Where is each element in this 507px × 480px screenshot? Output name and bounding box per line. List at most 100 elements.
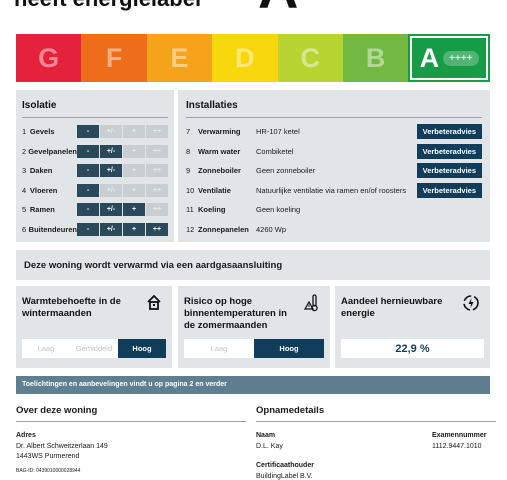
row-number: 12	[186, 224, 195, 234]
row-number: 1	[22, 127, 27, 137]
rating-scale: - +/- + ++	[77, 203, 168, 217]
rating-scale: - +/- + ++	[77, 164, 168, 178]
heating-panel: Deze woning wordt verwarmd via een aardg…	[16, 250, 490, 280]
page-title: heeft energielabel	[14, 0, 201, 12]
risico-panel: Risico op hoge binnentemperaturen in de …	[178, 286, 330, 368]
row-number: 8	[186, 146, 191, 156]
hernieuwbaar-value: 22,9 %	[341, 339, 484, 358]
energy-class-suffix: ++++	[443, 50, 479, 66]
rating-cell: +/-	[100, 183, 122, 197]
row-label: Ventilatie	[198, 185, 231, 195]
rating-cell: +/-	[100, 164, 122, 178]
energy-class-d: D	[212, 34, 278, 82]
about-heading: Over deze woning	[16, 405, 98, 416]
row-value: 4260 Wp	[256, 224, 287, 234]
row-number: 5	[22, 205, 27, 215]
rating-cell: +	[123, 164, 145, 178]
isolatie-row: 2 Gevelpanelen - +/- + ++	[22, 142, 168, 162]
rating-cell: +	[123, 222, 145, 236]
energy-class-letter: F	[105, 42, 123, 73]
rating-cell: -	[77, 164, 99, 178]
opname-heading: Opnamedetails	[256, 405, 325, 416]
energy-class-letter: E	[170, 42, 189, 73]
cert-label: Certificaathouder	[256, 462, 314, 469]
rating-cell: -	[77, 144, 99, 158]
risico-title: Risico op hoge binnentemperaturen in de …	[184, 296, 287, 331]
rating-cell: ++	[146, 183, 168, 197]
label-letter-large: A	[258, 0, 298, 21]
installatie-row: 7 Verwarming HR-107 ketel Verbeteradvies	[186, 122, 482, 142]
installatie-row: 9 Zonneboiler Geen zonneboiler Verbeteradvi…	[186, 161, 482, 181]
warmtebehoefte-option: Hoog	[118, 339, 166, 358]
rating-cell: ++	[146, 203, 168, 217]
rating-cell: -	[77, 222, 99, 236]
row-number: 3	[22, 166, 27, 176]
row-label: Zonnepanelen	[198, 224, 249, 234]
exam-label: Examennummer	[432, 432, 487, 439]
verbeteradvies-button[interactable]: Verbeteradvies	[416, 182, 482, 198]
hernieuwbaar-panel: Aandeel hernieuwbare energie 22,9 %	[335, 286, 490, 368]
risico-option: Laag	[210, 344, 228, 353]
energy-class-f: F	[81, 34, 147, 82]
rating-cell: -	[77, 125, 99, 139]
energy-class-letter: G	[38, 42, 60, 73]
verbeteradvies-button[interactable]: Verbeteradvies	[416, 124, 482, 140]
adres-line1: Dr. Albert Schweitzerlaan 149	[16, 443, 108, 450]
energy-class-letter: D	[235, 42, 255, 73]
cert-value: BuildingLabel B.V.	[256, 473, 313, 480]
row-label: Gevelpanelen	[28, 146, 77, 156]
energy-class-letter: A	[419, 42, 440, 73]
divider	[16, 421, 246, 422]
row-label: Buitendeuren	[28, 224, 77, 234]
divider	[186, 117, 482, 118]
isolatie-row: 4 Vloeren - +/- + ++	[22, 181, 168, 201]
isolatie-row: 5 Ramen - +/- + ++	[22, 200, 168, 220]
rating-scale: - +/- + ++	[77, 144, 168, 158]
risico-option: Hoog	[254, 339, 324, 358]
naam-label: Naam	[256, 432, 276, 439]
installatie-row: 10 Ventilatie Natuurlijke ventilatie via r…	[186, 181, 482, 201]
row-number: 7	[186, 127, 191, 137]
energy-class-letter: B	[365, 42, 386, 73]
row-label: Gevels	[29, 127, 55, 137]
energy-label-band: G F E D C B A ++++	[16, 34, 490, 82]
verbeteradvies-button[interactable]: Verbeteradvies	[416, 163, 482, 179]
rating-cell: ++	[146, 144, 168, 158]
isolatie-row: 3 Daken - +/- + ++	[22, 161, 168, 181]
row-value: HR-107 ketel	[256, 127, 300, 137]
row-number: 9	[186, 166, 191, 176]
rating-cell: +/-	[100, 222, 122, 236]
rating-cell: -	[77, 183, 99, 197]
renewable-energy-icon	[462, 294, 480, 317]
isolatie-row: 1 Gevels - +/- + ++	[22, 122, 168, 142]
row-value: Geen koeling	[256, 205, 301, 215]
installaties-rows: 7 Verwarming HR-107 ketel Verbeteradvies 8 Wa…	[186, 122, 482, 239]
energy-class-c: C	[277, 34, 343, 82]
warmtebehoefte-scale: Laag Gemiddeld Hoog	[22, 339, 166, 358]
adres-line2: 1443WS Purmerend	[16, 453, 80, 460]
row-value: Combiketel	[256, 146, 294, 156]
rating-cell: +	[123, 203, 145, 217]
rating-cell: -	[77, 203, 99, 217]
rating-cell: +/-	[100, 125, 122, 139]
exam-value: 1112.9447.1010	[432, 443, 482, 450]
installaties-title: Installaties	[186, 100, 238, 111]
energy-class-e: E	[146, 34, 213, 82]
thermometer-warning-icon	[303, 294, 320, 317]
row-value: Natuurlijke ventilatie via ramen en/of r…	[256, 185, 407, 195]
divider	[256, 421, 496, 422]
verbeteradvies-button[interactable]: Verbeteradvies	[416, 143, 482, 159]
rating-cell: +	[123, 144, 145, 158]
installatie-row: 12 Zonnepanelen 4260 Wp	[186, 220, 482, 240]
row-label: Daken	[29, 166, 53, 176]
warmtebehoefte-option: Gemiddeld	[75, 344, 113, 353]
isolatie-rows: 1 Gevels - +/- + ++ 2 Gevelpanelen - +/- + ++ 3 Daken…	[22, 122, 168, 239]
rating-scale: - +/- + ++	[77, 222, 168, 236]
rating-scale: - +/- + ++	[77, 125, 168, 139]
adres-label: Adres	[16, 432, 36, 439]
row-label: Vloeren	[29, 185, 58, 195]
installatie-row: 11 Koeling Geen koeling	[186, 200, 482, 220]
row-number: 10	[186, 185, 195, 195]
house-icon	[146, 294, 162, 315]
rating-cell: ++	[146, 164, 168, 178]
